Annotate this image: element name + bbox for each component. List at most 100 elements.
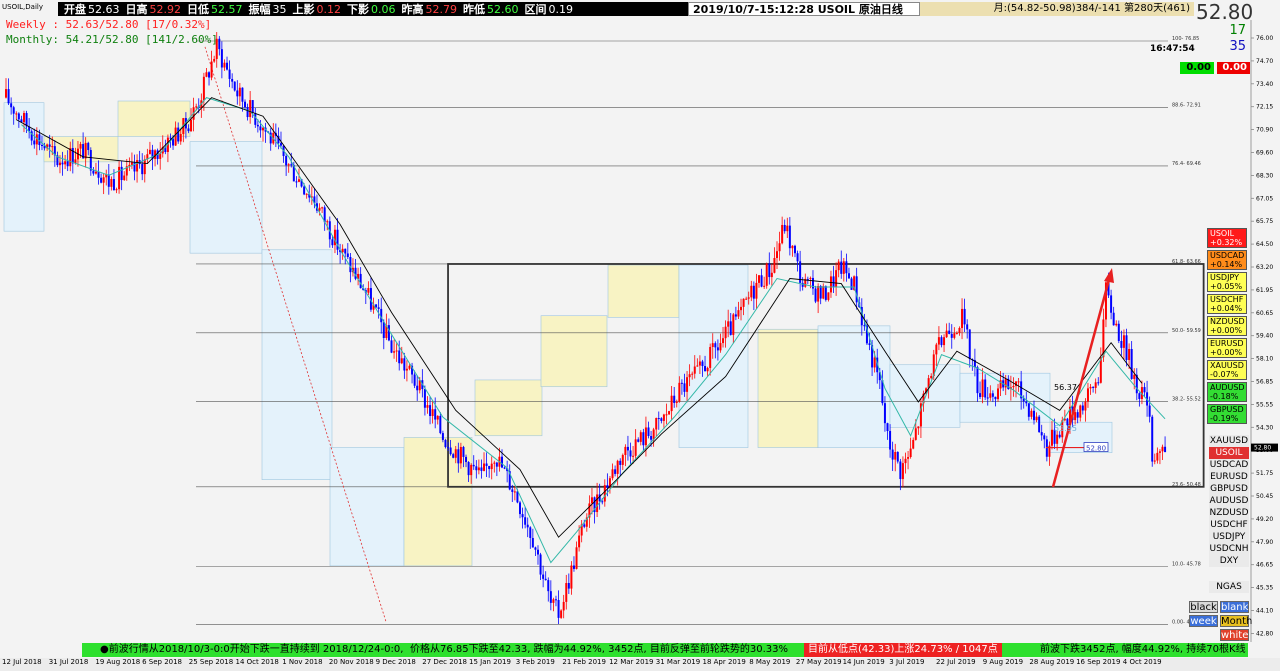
symbol-button-gbpusd[interactable]: GBPUSD: [1209, 483, 1249, 495]
date-tick-label: 27 Dec 2018: [422, 658, 468, 666]
candle-body: [770, 272, 773, 278]
candle-body: [398, 350, 401, 364]
candle-body: [827, 292, 830, 300]
candle-body: [459, 446, 462, 464]
price-chart[interactable]: 100- 76.8588.6- 72.9176.4- 69.4661.8- 63…: [0, 0, 1280, 658]
mode-blank-button[interactable]: blank: [1220, 601, 1249, 613]
symbol-button-usdchf[interactable]: USDCHF: [1209, 519, 1249, 531]
board-row-usdjpy[interactable]: USDJPY +0.05%: [1207, 272, 1247, 292]
candle-body: [968, 329, 971, 360]
candle-body: [567, 583, 570, 589]
board-symbol: NZDUSD: [1210, 317, 1245, 326]
board-row-gbpusd[interactable]: GBPUSD -0.19%: [1207, 404, 1247, 424]
quote-key: 区间: [524, 3, 547, 16]
candle-body: [279, 143, 282, 146]
range-info: 月:(54.82-50.98)384/-141 第280天(461): [920, 2, 1194, 16]
symbol-button-usoil[interactable]: USOIL: [1209, 447, 1249, 459]
mode-white-button[interactable]: white: [1220, 629, 1249, 641]
stat-2: 35: [1229, 39, 1246, 54]
candle-body: [930, 375, 933, 379]
mode-week-button[interactable]: week: [1189, 615, 1218, 627]
symbol-button-eurusd[interactable]: EURUSD: [1209, 471, 1249, 483]
board-change: +0.00%: [1210, 348, 1243, 357]
ticker-segment-4: 前波下跌3452点, 幅度44.92%, 持续70根K线: [1040, 644, 1246, 655]
candle-body: [1117, 323, 1120, 341]
candle-body: [1074, 412, 1077, 421]
candle-body: [719, 343, 722, 351]
candle-body: [179, 134, 182, 142]
candle-body: [943, 337, 946, 346]
candle-body: [883, 403, 886, 424]
symbol-button-usdcnh[interactable]: USDCNH: [1209, 543, 1249, 555]
candle-body: [10, 103, 13, 108]
candle-body: [1164, 446, 1167, 453]
symbol-button-nzdusd[interactable]: NZDUSD: [1209, 507, 1249, 519]
candle-body: [102, 177, 105, 183]
candle-body: [413, 374, 416, 386]
candle-body: [572, 565, 575, 569]
symbol-button-audusd[interactable]: AUDUSD: [1209, 495, 1249, 507]
board-row-usdchf[interactable]: USDCHF +0.04%: [1207, 294, 1247, 314]
candle-body: [950, 333, 953, 338]
candle-body: [796, 253, 799, 262]
candle-body: [691, 373, 694, 375]
candle-body: [382, 322, 385, 338]
date-tick-label: 14 Jun 2019: [842, 658, 885, 666]
candle-body: [742, 298, 745, 307]
candle-body: [729, 321, 732, 335]
candle-body: [521, 514, 524, 518]
candle-body: [1079, 405, 1082, 418]
board-row-usoil[interactable]: USOIL +0.32%: [1207, 228, 1247, 248]
quote-bar: 开盘 52.63 日高 52.92 日低 52.57 振幅 35 上影 0.12 下影 0.06 昨高 5…: [58, 2, 688, 16]
candle-body: [1076, 412, 1079, 418]
range-box: [678, 264, 749, 448]
board-row-eurusd[interactable]: EURUSD +0.00%: [1207, 338, 1247, 358]
candle-body: [737, 310, 740, 317]
candle-body: [596, 494, 599, 513]
candle-body: [637, 439, 640, 442]
candle-body: [824, 286, 827, 300]
candle-body: [256, 124, 259, 127]
candle-body: [1110, 295, 1113, 313]
candle-body: [130, 162, 133, 165]
date-tick-label: 3 Feb 2019: [515, 658, 555, 666]
symbol-button-usdjpy[interactable]: USDJPY: [1209, 531, 1249, 543]
candle-body: [405, 368, 408, 371]
candle-body: [1027, 403, 1030, 417]
candle-body: [526, 524, 529, 528]
range-box: [540, 315, 608, 388]
candle-body: [904, 458, 907, 464]
price-tick-label: 65.75: [1256, 218, 1273, 225]
symbol-button-xauusd[interactable]: XAUUSD: [1209, 435, 1249, 447]
board-row-nzdusd[interactable]: NZDUSD +0.00%: [1207, 316, 1247, 336]
candle-body: [806, 278, 809, 280]
range-box: [329, 447, 405, 567]
date-tick-label: 25 Sep 2018: [188, 658, 234, 666]
server-clock: 16:47:54: [1150, 44, 1195, 54]
stat-1: 17: [1229, 23, 1246, 38]
candle-body: [1156, 452, 1159, 461]
mode-month-button[interactable]: Month: [1220, 615, 1252, 627]
candle-body: [169, 137, 172, 139]
ticker-segment-1: ●前波行情从2018/10/3-0:0开始下跌一直持续到 2018/12/24-…: [100, 644, 404, 655]
mode-black-button[interactable]: black: [1189, 601, 1218, 613]
candle-body: [740, 306, 743, 311]
candle-body: [665, 414, 668, 416]
candle-body: [1143, 387, 1146, 393]
candle-body: [1038, 416, 1041, 433]
candle-body: [359, 273, 362, 289]
price-tick-label: 55.55: [1256, 401, 1273, 408]
candle-body: [1097, 382, 1100, 384]
board-row-usdcad[interactable]: USDCAD +0.14%: [1207, 250, 1247, 270]
candle-body: [745, 298, 748, 300]
board-row-audusd[interactable]: AUDUSD -0.18%: [1207, 382, 1247, 402]
candle-body: [611, 469, 614, 479]
candle-body: [110, 179, 113, 187]
candle-body: [750, 285, 753, 298]
symbol-button-dxy[interactable]: DXY: [1209, 555, 1249, 567]
board-row-xauusd[interactable]: XAUUSD -0.07%: [1207, 360, 1247, 380]
candle-body: [495, 462, 498, 467]
quote-value: 0.06: [371, 3, 396, 16]
symbol-button-usdcad[interactable]: USDCAD: [1209, 459, 1249, 471]
symbol-button-ngas[interactable]: NGAS: [1209, 581, 1249, 593]
